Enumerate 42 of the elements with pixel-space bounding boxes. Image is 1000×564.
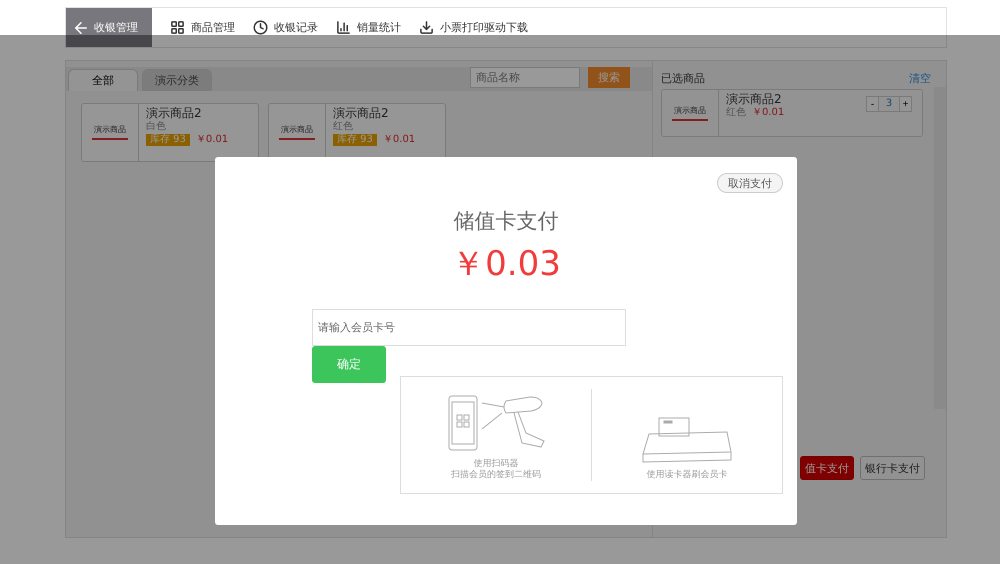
product-variant: 红色: [726, 107, 746, 119]
payment-button[interactable]: 银行卡支付: [860, 456, 925, 480]
nav-item[interactable]: 销量统计: [336, 8, 401, 47]
nav-item[interactable]: 收银记录: [253, 8, 318, 47]
product-variant: 白色: [146, 121, 167, 133]
cancel-payment-button[interactable]: 取消支付: [717, 173, 783, 193]
product-name: 演示商品2: [333, 107, 390, 120]
product-price: ￥0.01: [382, 134, 416, 146]
logo-stripe-icon: [672, 118, 708, 122]
nav-item[interactable]: 商品管理: [170, 8, 235, 47]
product-name: 演示商品2: [146, 107, 203, 120]
thumbnail-text: 演示商品: [281, 124, 313, 135]
product-price: ￥0.01: [752, 107, 784, 119]
clock-icon: [253, 20, 268, 35]
product-price: ￥0.01: [196, 134, 228, 146]
logo-stripe-icon: [92, 138, 128, 141]
download-icon: [419, 20, 434, 35]
method-hint: 使用读卡器刷会员卡: [646, 470, 728, 481]
stock-label: 库存 93: [146, 134, 190, 146]
category-tab[interactable]: 演示分类: [142, 69, 212, 91]
payment-button[interactable]: 值卡支付: [800, 456, 854, 480]
dialog-title: 储值卡支付: [454, 208, 558, 235]
back-button[interactable]: 收银管理: [66, 8, 152, 47]
product-variant: 红色: [333, 121, 354, 133]
category-tab[interactable]: 全部: [68, 69, 138, 91]
decrease-button[interactable]: -: [866, 96, 879, 112]
bar-chart-icon: [336, 20, 351, 35]
search-field[interactable]: 商品名称: [470, 67, 580, 88]
method-hint: 使用扫码器: [474, 459, 518, 470]
nav-item[interactable]: 小票打印驱动下载: [419, 8, 528, 47]
product-name: 演示商品2: [726, 93, 783, 106]
increase-button[interactable]: +: [899, 96, 912, 112]
cart-title: 已选商品: [661, 70, 705, 86]
grid-icon: [170, 20, 185, 35]
card-number-field[interactable]: 请输入会员卡号: [312, 309, 626, 346]
thumbnail-text: 演示商品: [94, 124, 126, 135]
product-card[interactable]: 演示商品 演示商品2 白色 库存 93 ￥0.01: [81, 103, 259, 162]
stock-label: 库存 93: [333, 134, 377, 146]
payment-amount: ￥0.03: [451, 243, 561, 286]
thumbnail-text: 演示商品: [674, 104, 706, 116]
method-hint: 扫描会员的签到二维码: [451, 470, 541, 481]
logo-stripe-icon: [279, 138, 315, 141]
